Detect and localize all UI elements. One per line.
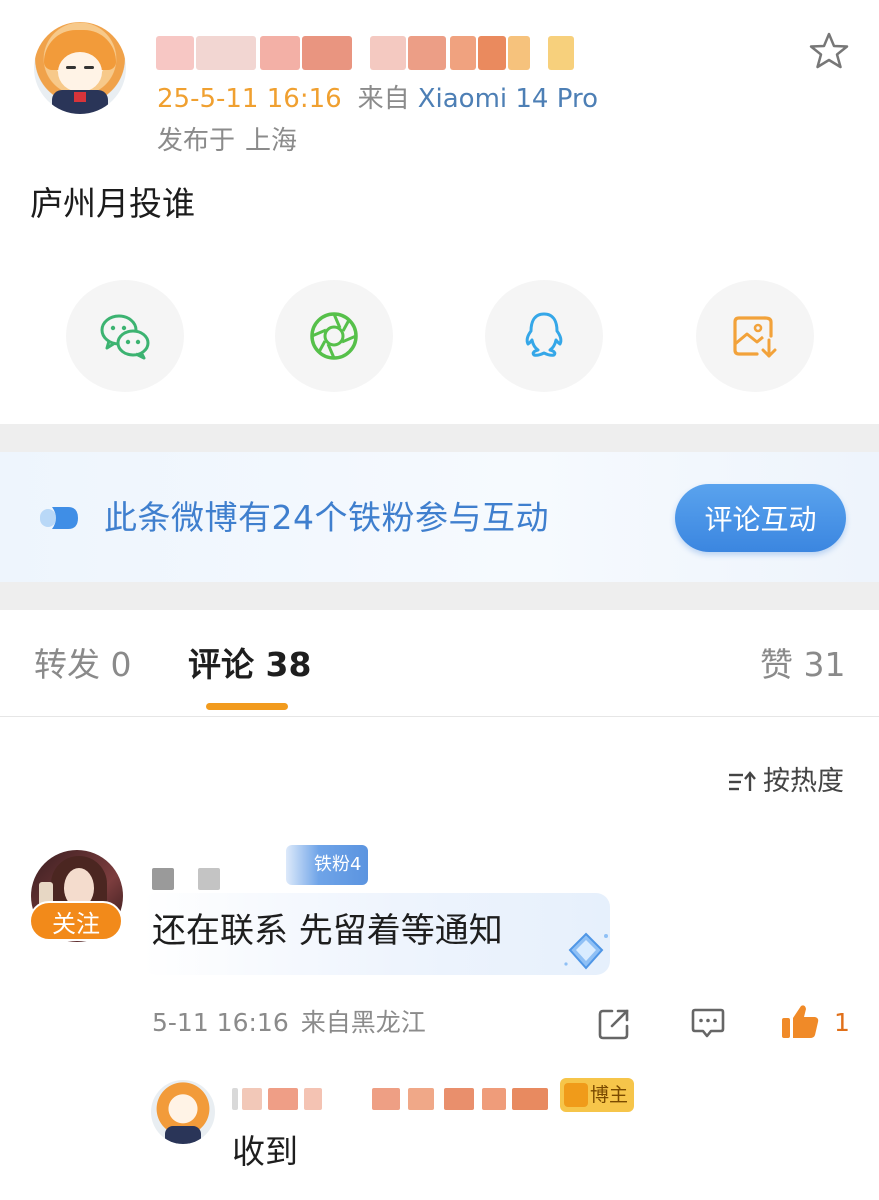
reply-icon[interactable] bbox=[690, 1006, 726, 1040]
comment-location: 来自黑龙江 bbox=[300, 1008, 426, 1037]
tab-like[interactable]: 赞 31 bbox=[760, 640, 845, 690]
section-divider bbox=[0, 582, 879, 610]
post-location-value: 上海 bbox=[245, 126, 298, 156]
sort-label: 按热度 bbox=[763, 766, 844, 797]
post-source-label: 来自 bbox=[357, 84, 410, 114]
qq-icon bbox=[525, 312, 563, 357]
fan-level-badge: 铁粉4 bbox=[286, 845, 368, 885]
comment-meta: 5-11 16:16 来自黑龙江 bbox=[152, 1006, 426, 1040]
comment-like-count: 1 bbox=[834, 1008, 850, 1037]
fan-badge-icon bbox=[40, 507, 78, 529]
post-location: 发布于 上海 bbox=[157, 124, 297, 158]
sort-icon bbox=[729, 771, 756, 791]
post-location-label: 发布于 bbox=[157, 126, 236, 156]
section-divider bbox=[0, 424, 879, 452]
favorite-star-icon[interactable] bbox=[808, 30, 850, 72]
share-comment-icon[interactable] bbox=[596, 1006, 632, 1042]
follow-button[interactable]: 关注 bbox=[29, 901, 123, 941]
comment-text: 还在联系 先留着等通知 bbox=[152, 911, 503, 951]
comment-time: 5-11 16:16 bbox=[152, 1008, 289, 1037]
post-author-name-redacted[interactable] bbox=[156, 32, 576, 72]
moments-icon bbox=[310, 312, 358, 360]
owner-badge-label: 博主 bbox=[590, 1084, 629, 1106]
post-owner-badge: 博主 bbox=[560, 1078, 634, 1112]
share-wechat-button[interactable] bbox=[66, 280, 184, 392]
post-author-avatar[interactable] bbox=[34, 22, 126, 114]
reply-author-avatar[interactable] bbox=[151, 1080, 215, 1144]
diamond-decoration-icon bbox=[564, 932, 608, 970]
thumbs-up-icon[interactable] bbox=[779, 1002, 821, 1042]
reply-text: 收到 bbox=[232, 1132, 298, 1171]
owner-crown-icon bbox=[564, 1083, 588, 1107]
commenter-name-redacted[interactable] bbox=[152, 864, 272, 892]
save-image-icon bbox=[733, 316, 777, 358]
fan-interaction-text: 此条微博有24个铁粉参与互动 bbox=[104, 498, 549, 537]
tab-comment[interactable]: 评论 38 bbox=[188, 640, 311, 690]
post-text: 庐州月投谁 bbox=[30, 184, 195, 223]
sort-by-hot-button[interactable]: 按热度 bbox=[727, 762, 844, 802]
share-moments-button[interactable] bbox=[275, 280, 393, 392]
save-image-button[interactable] bbox=[696, 280, 814, 392]
active-tab-indicator bbox=[206, 703, 288, 710]
tab-repost[interactable]: 转发 0 bbox=[34, 640, 132, 690]
tab-divider bbox=[0, 716, 879, 717]
fan-level-label: 铁粉4 bbox=[314, 854, 362, 875]
post-time: 25-5-11 16:16 bbox=[157, 84, 342, 114]
post-meta: 25-5-11 16:16 来自 Xiaomi 14 Pro bbox=[157, 82, 598, 116]
reply-author-name-redacted[interactable] bbox=[232, 1082, 552, 1112]
post-device[interactable]: Xiaomi 14 Pro bbox=[418, 84, 598, 114]
wechat-icon bbox=[100, 314, 150, 360]
comment-interact-button[interactable]: 评论互动 bbox=[675, 484, 846, 552]
share-qq-button[interactable] bbox=[485, 280, 603, 392]
